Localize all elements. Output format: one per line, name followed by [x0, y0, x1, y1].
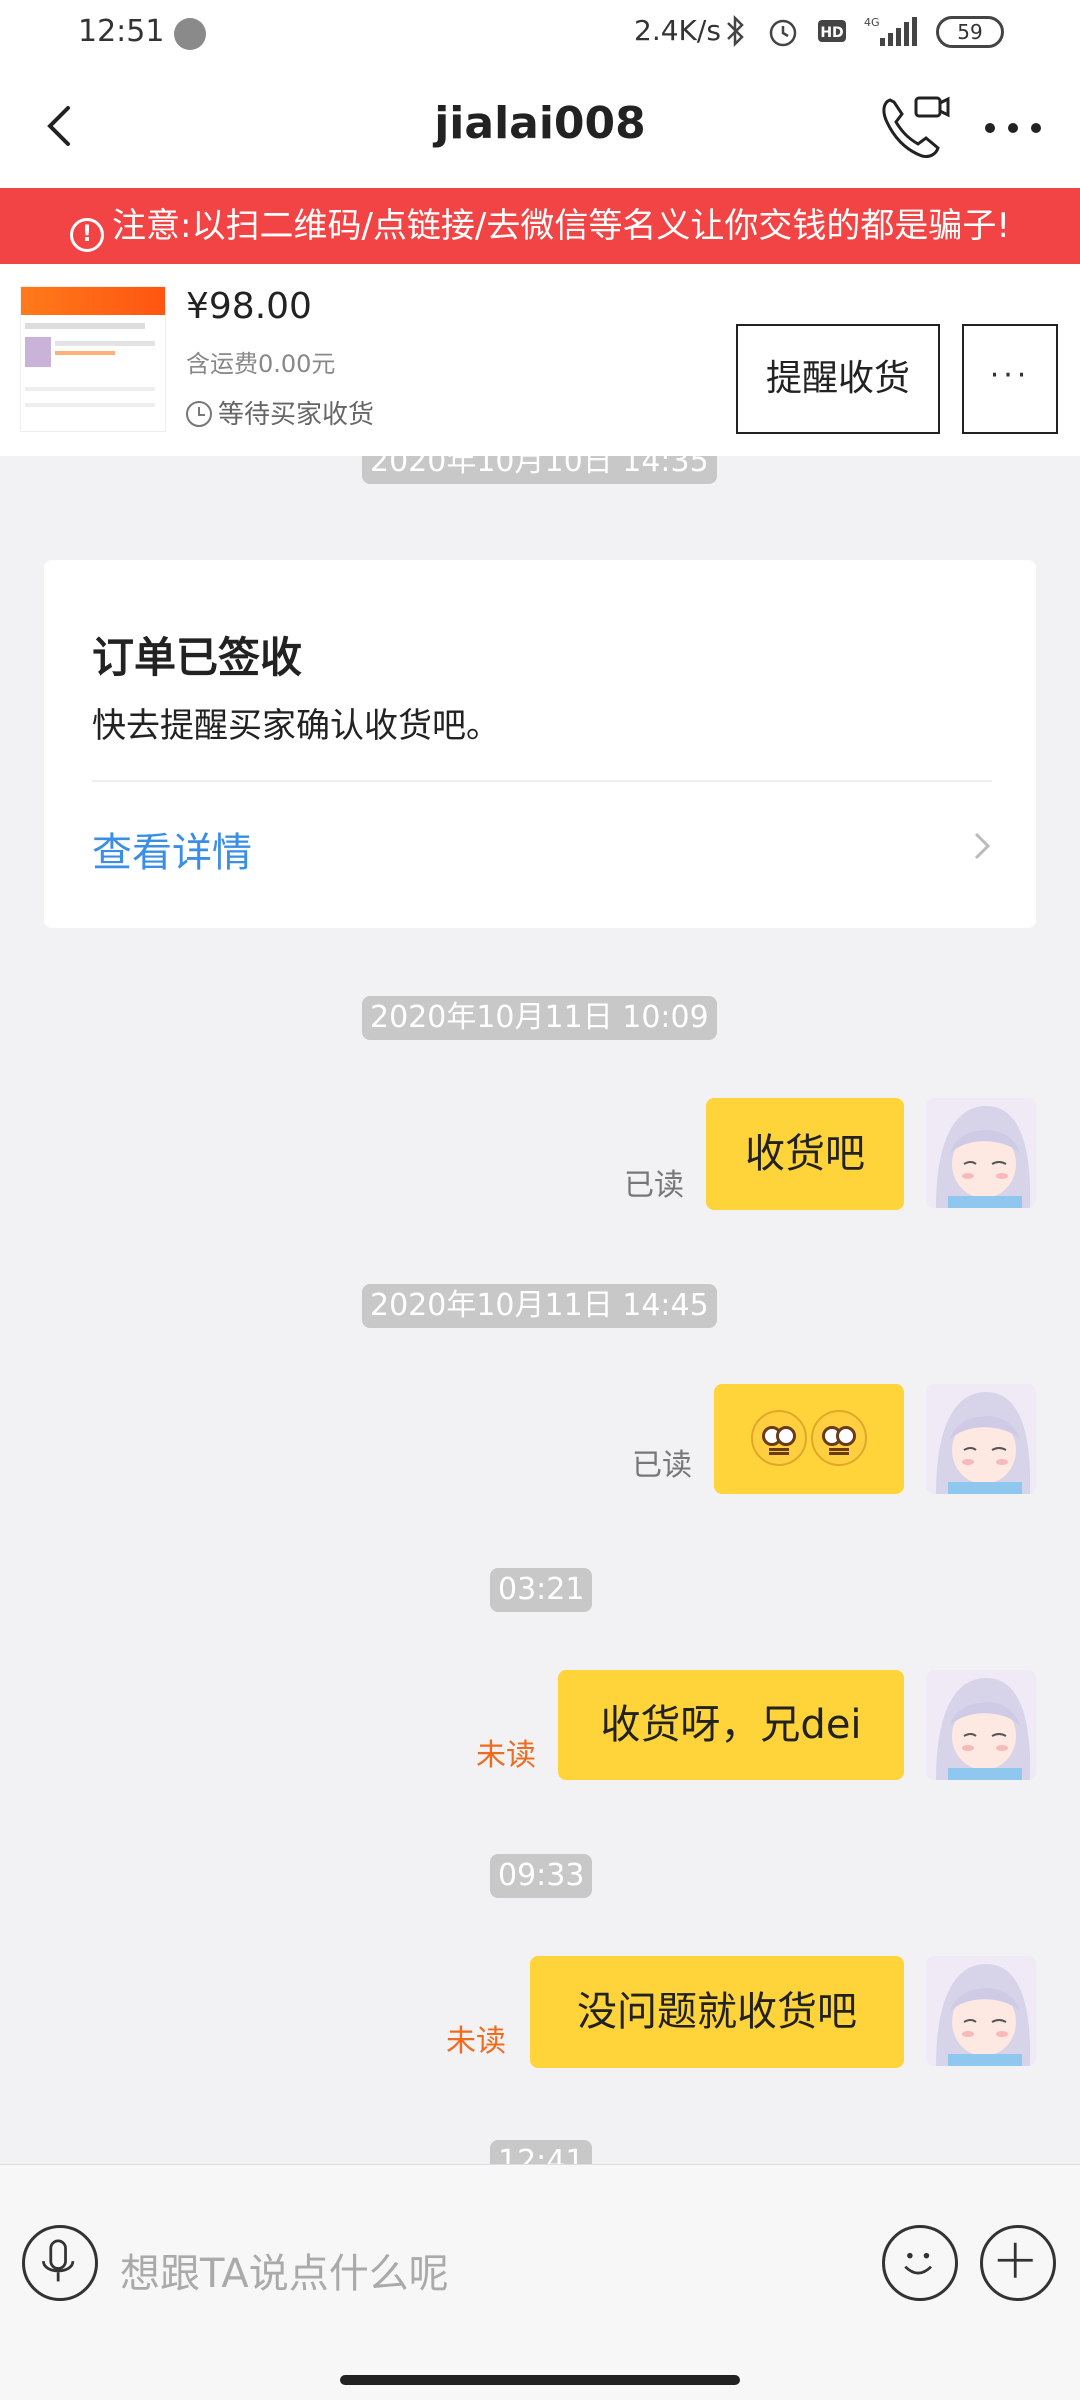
timestamp: 09:33	[490, 1854, 593, 1898]
battery-icon: 59	[936, 16, 1004, 48]
timestamp: 03:21	[490, 1568, 593, 1612]
battery-level: 59	[957, 20, 983, 44]
message-bubble[interactable]: 收货吧	[706, 1098, 904, 1210]
card-title: 订单已签收	[92, 633, 303, 682]
timestamp: 12:41	[490, 2140, 593, 2164]
more-dots-icon[interactable]	[978, 104, 1048, 152]
grimace-emoji-icon	[811, 1410, 867, 1466]
microphone-icon	[42, 2239, 75, 2282]
chevron-right-icon	[974, 832, 991, 860]
input-bar: 想跟TA说点什么呢	[0, 2164, 1080, 2400]
warning-icon: !	[70, 218, 104, 252]
order-summary[interactable]: ¥98.00 含运费0.00元 等待买家收货 提醒收货 ···	[0, 264, 1080, 456]
video-call-icon[interactable]	[876, 90, 952, 166]
nav-bar: jialai008	[0, 64, 1080, 188]
timestamp: 2020年10月11日 10:09	[362, 996, 717, 1040]
svg-text:4G: 4G	[864, 16, 880, 29]
network-speed: 2.4K/s	[634, 14, 721, 47]
order-status: 等待买家收货	[186, 394, 374, 431]
order-more-button[interactable]: ···	[962, 324, 1058, 434]
anime-avatar-icon	[926, 1670, 1036, 1780]
warning-text: 注意:以扫二维码/点链接/去微信等名义让你交钱的都是骗子!	[112, 206, 1010, 246]
avatar[interactable]	[926, 1670, 1036, 1780]
home-indicator[interactable]	[340, 2375, 740, 2385]
plus-icon	[997, 2242, 1033, 2278]
smiley-icon	[904, 2252, 933, 2275]
add-button[interactable]	[980, 2225, 1056, 2301]
order-thumbnail[interactable]	[20, 286, 166, 432]
wechat-icon	[174, 18, 206, 50]
avatar[interactable]	[926, 1098, 1036, 1208]
clock-icon	[186, 401, 212, 427]
emoji-button[interactable]	[882, 2225, 958, 2301]
anime-avatar-icon	[926, 1098, 1036, 1208]
card-divider	[92, 780, 992, 782]
fraud-warning-banner: ! 注意:以扫二维码/点链接/去微信等名义让你交钱的都是骗子!	[0, 188, 1080, 264]
order-shipping: 含运费0.00元	[186, 350, 336, 378]
avatar[interactable]	[926, 1384, 1036, 1494]
timestamp: 2020年10月11日 14:45	[362, 1284, 717, 1328]
view-details-link[interactable]: 查看详情	[92, 820, 252, 878]
message-bubble[interactable]: 收货呀，兄dei	[558, 1670, 904, 1780]
card-desc: 快去提醒买家确认收货吧。	[92, 706, 500, 746]
signal-4g-icon: 4G	[864, 16, 917, 46]
bluetooth-icon	[727, 14, 744, 48]
order-price: ¥98.00	[186, 286, 312, 327]
alarm-icon	[769, 19, 797, 47]
anime-avatar-icon	[926, 1384, 1036, 1494]
order-status-text: 等待买家收货	[218, 400, 375, 430]
order-signed-card[interactable]: 订单已签收 快去提醒买家确认收货吧。 查看详情	[44, 560, 1036, 928]
remind-receipt-button[interactable]: 提醒收货	[736, 324, 940, 434]
status-bar: 12:51 2.4K/s HD 4G 59	[0, 0, 1080, 64]
chat-area[interactable]: 2020年10月10日 14:35 订单已签收 快去提醒买家确认收货吧。 查看详…	[0, 456, 1080, 2164]
read-receipt: 已读	[624, 1168, 684, 1203]
grimace-emoji-icon	[751, 1410, 807, 1466]
read-receipt: 已读	[632, 1448, 692, 1483]
status-time: 12:51	[78, 14, 165, 49]
unread-receipt: 未读	[476, 1738, 536, 1773]
anime-avatar-icon	[926, 1956, 1036, 2066]
avatar[interactable]	[926, 1956, 1036, 2066]
message-input[interactable]: 想跟TA说点什么呢	[120, 2241, 449, 2299]
unread-receipt: 未读	[446, 2024, 506, 2059]
hd-icon: HD	[818, 20, 846, 42]
emoji-message-bubble[interactable]	[714, 1384, 904, 1494]
timestamp: 2020年10月10日 14:35	[362, 456, 717, 484]
svg-text:HD: HD	[820, 25, 843, 41]
voice-button[interactable]	[22, 2225, 98, 2301]
message-bubble[interactable]: 没问题就收货吧	[530, 1956, 904, 2068]
